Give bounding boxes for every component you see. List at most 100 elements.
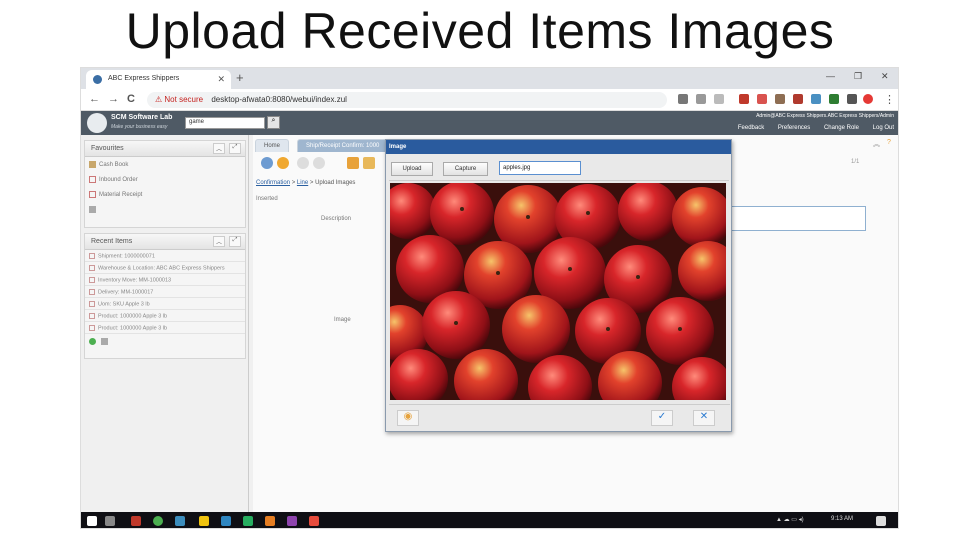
new-tab-button[interactable]: + [236,70,244,85]
recent-item[interactable]: Product: 1000000 Apple 3 lb [85,310,245,322]
recent-item-label: Warehouse & Location: ABC ABC Express Sh… [98,265,225,272]
breadcrumb-confirmation[interactable]: Confirmation [256,180,290,186]
taskbar-app-icon[interactable] [221,516,231,526]
window-minimize-button[interactable]: — [826,71,835,81]
tab-ship-receipt-confirm[interactable]: Ship/Receipt Confirm: 1000 [297,139,392,152]
extension-icon[interactable] [775,94,785,104]
recent-item-label: Uom: SKU Apple 3 lb [98,301,150,308]
recent-item[interactable]: Delivery: MM-1000017 [85,286,245,298]
new-record-icon[interactable] [297,157,309,169]
save-icon[interactable] [347,157,359,169]
recent-item-label: Product: 1000000 Apple 3 lb [98,325,168,332]
expand-icon[interactable]: ⤢ [229,143,241,154]
undo-icon[interactable] [261,157,273,169]
forward-button[interactable]: → [108,93,119,105]
logout-link[interactable]: Log Out [873,125,894,131]
reload-button[interactable]: C [127,93,135,105]
window-icon [89,313,95,319]
chrome-icon[interactable] [153,516,163,526]
recent-item[interactable]: Product: 1000000 Apple 3 lb [85,322,245,334]
apples-image [390,183,726,400]
notifications-icon[interactable] [876,516,886,526]
collapse-up-icon[interactable]: ︽ [873,139,880,149]
window-close-button[interactable]: ✕ [881,71,889,82]
cancel-button[interactable]: ✕ [693,410,715,426]
breadcrumb-separator: > [309,180,314,186]
window-icon [89,289,95,295]
browser-tab[interactable]: ABC Express Shippers ✕ [86,70,231,89]
recent-items-header: Recent Items ︿ ⤢ [85,234,245,250]
taskbar-app-icon[interactable] [131,516,141,526]
tab-favicon-icon [93,75,102,84]
taskbar-clock[interactable]: 9:13 AM [831,516,853,522]
change-role-link[interactable]: Change Role [824,125,859,131]
brand-logo [87,113,107,133]
tab-home[interactable]: Home [255,139,290,152]
breadcrumb: Confirmation > Line > Upload Images [256,180,355,186]
browser-menu-icon[interactable]: ⋮ [884,93,895,106]
browser-tab-strip: ABC Express Shippers ✕ + — ❐ ✕ [81,68,898,89]
taskbar-app-icon[interactable] [243,516,253,526]
main-content: Home Ship/Receipt Confirm: 1000 ︽ ? 1/1 … [253,135,898,516]
breadcrumb-line[interactable]: Line [297,180,308,186]
preferences-link[interactable]: Preferences [778,125,810,131]
taskbar-app-icon[interactable] [287,516,297,526]
tray-icons[interactable]: ▲ ☁ ▭ ◂) [776,516,804,523]
global-search-input[interactable]: game [185,117,265,129]
recent-items-title: Recent Items [91,238,133,245]
webcam-icon[interactable]: ◉ [397,410,419,426]
bookmark-star-icon[interactable] [714,94,724,104]
taskbar-app-icon[interactable] [309,516,319,526]
file-name-field[interactable]: apples.jpg [499,161,581,175]
favourite-item[interactable]: Inbound Order [85,172,245,187]
window-maximize-button[interactable]: ❐ [854,71,862,82]
task-view-icon[interactable] [105,516,115,526]
recent-item-label: Shipment: 1000000071 [98,253,155,260]
help-icon[interactable] [277,157,289,169]
back-button[interactable]: ← [89,93,100,105]
upload-button[interactable]: Upload [391,162,433,176]
image-dialog: Image Upload Capture apples.jpg ◉ ✓ ✕ [385,139,732,432]
taskbar-app-icon[interactable] [265,516,275,526]
file-explorer-icon[interactable] [199,516,209,526]
breadcrumb-separator: > [291,180,296,186]
left-sidebar: Favourites ︿ ⤢ Cash Book Inbound Order M… [81,135,249,516]
favourite-item[interactable]: Material Receipt [85,187,245,202]
extension-icon[interactable] [739,94,749,104]
pdf-extension-icon[interactable] [757,94,767,104]
global-search-button[interactable]: ⌕ [267,116,280,129]
favourites-trash-icon[interactable] [85,202,245,217]
trash-icon[interactable] [100,338,108,345]
profile-avatar[interactable] [863,94,873,104]
copy-record-icon[interactable] [313,157,325,169]
refresh-icon[interactable] [89,338,96,345]
window-icon [89,176,96,184]
extension-icon[interactable] [847,94,857,104]
ok-button[interactable]: ✓ [651,410,673,426]
feedback-link[interactable]: Feedback [738,125,764,131]
slide-title: Upload Received Items Images [125,3,835,59]
extension-icon[interactable] [829,94,839,104]
collapse-icon[interactable]: ︿ [213,236,225,247]
collapse-icon[interactable]: ︿ [213,143,225,154]
not-secure-label[interactable]: ⚠ Not secure [155,95,203,104]
recent-items-panel: Recent Items ︿ ⤢ Shipment: 1000000071 Wa… [84,233,246,359]
key-icon[interactable] [678,94,688,104]
favourite-item[interactable]: Cash Book [85,157,245,172]
address-bar[interactable]: ⚠ Not secure desktop-afwata0:8080/webui/… [147,92,667,108]
help-icon[interactable]: ? [887,139,891,146]
tab-close-icon[interactable]: ✕ [217,74,225,85]
zoom-icon[interactable] [696,94,706,104]
windows-start-icon[interactable] [87,516,97,526]
favourites-header: Favourites ︿ ⤢ [85,141,245,157]
expand-icon[interactable]: ⤢ [229,236,241,247]
extension-icon[interactable] [793,94,803,104]
recent-item[interactable]: Warehouse & Location: ABC ABC Express Sh… [85,262,245,274]
taskbar-app-icon[interactable] [175,516,185,526]
extension-icon[interactable] [811,94,821,104]
save-new-icon[interactable] [363,157,375,169]
capture-button[interactable]: Capture [443,162,488,176]
recent-item[interactable]: Uom: SKU Apple 3 lb [85,298,245,310]
recent-item[interactable]: Shipment: 1000000071 [85,250,245,262]
recent-item[interactable]: Inventory Move: MM-1000013 [85,274,245,286]
